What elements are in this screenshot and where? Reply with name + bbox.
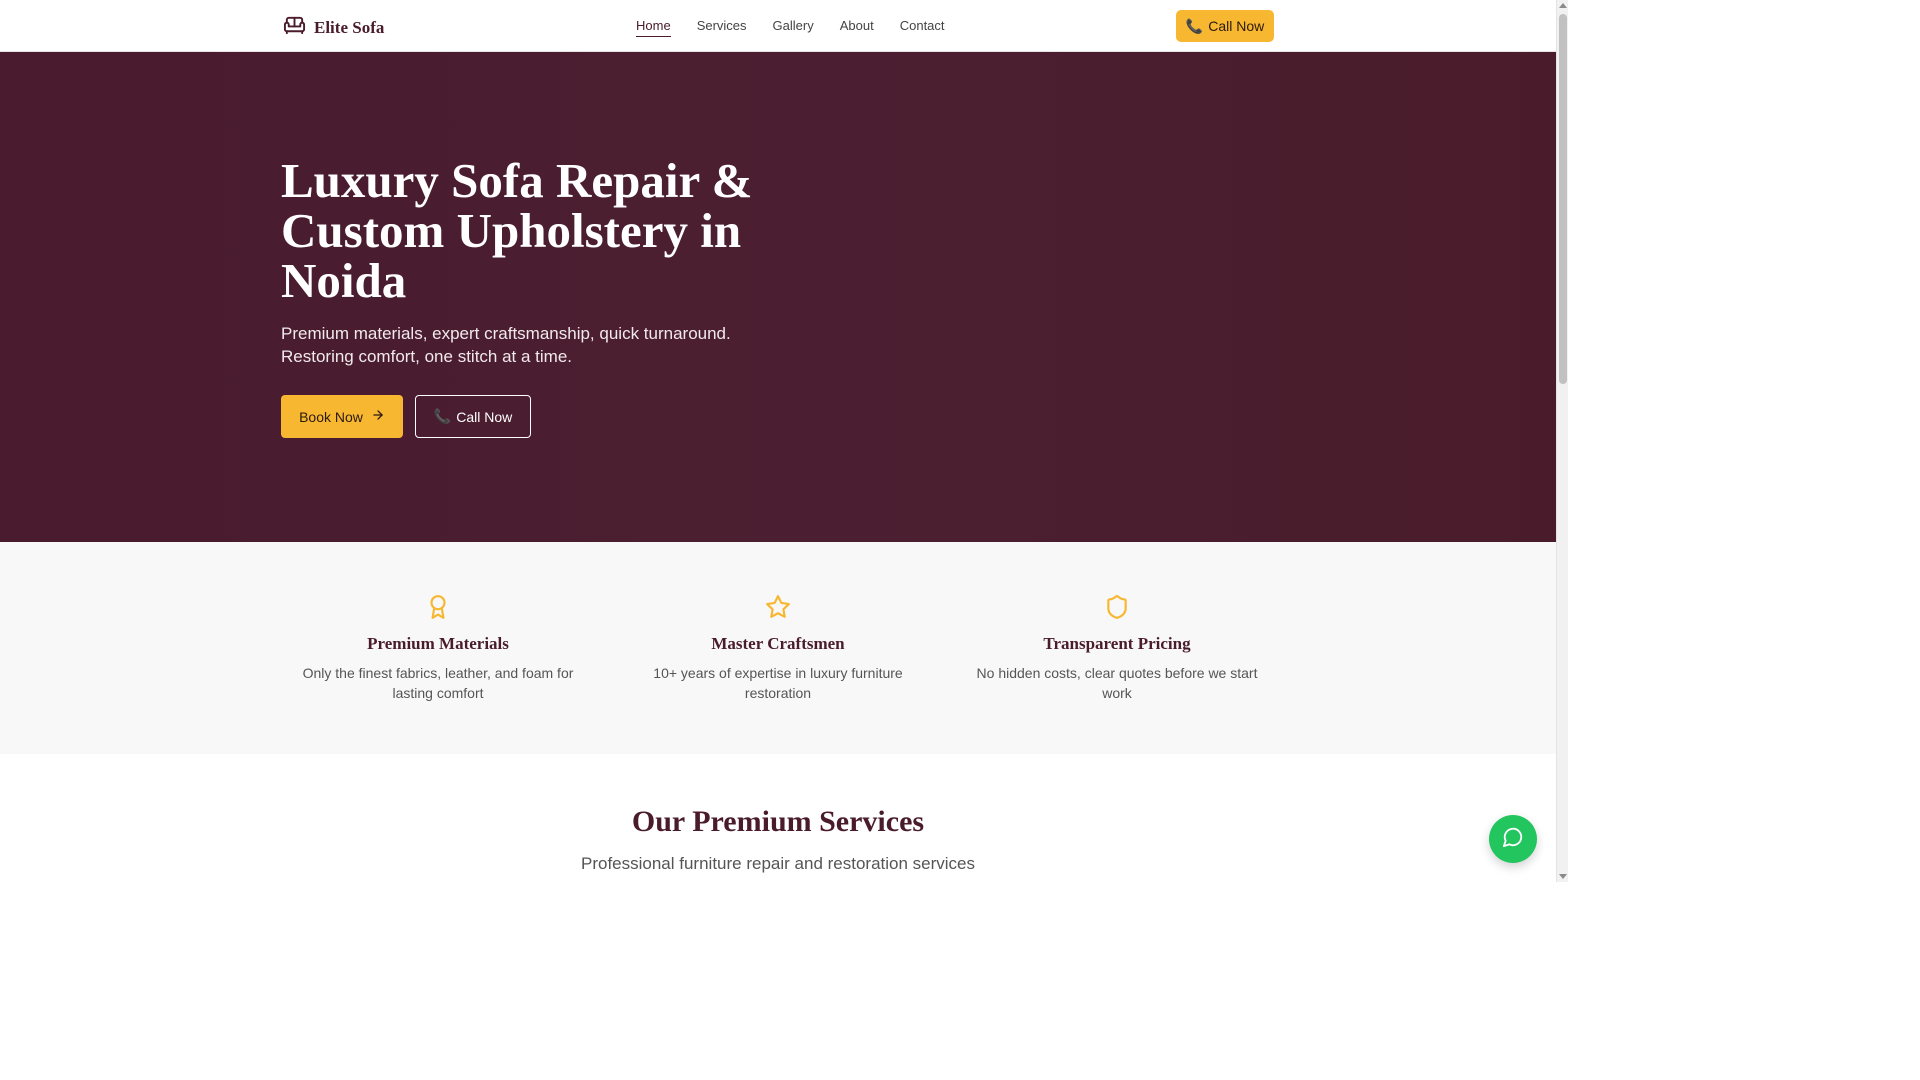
hero-call-label: Call Now: [456, 408, 513, 425]
star-icon: [618, 594, 938, 620]
feature-master-craftsmen: Master Craftsmen 10+ years of expertise …: [618, 594, 938, 703]
hero-call-now-button[interactable]: 📞 Call Now: [415, 395, 531, 438]
sofa-icon: [282, 14, 307, 42]
top-navbar: Elite Sofa Home Services Gallery About C…: [0, 0, 1556, 52]
book-now-button[interactable]: Book Now: [281, 395, 403, 438]
feature-desc: 10+ years of expertise in luxury furnitu…: [653, 665, 903, 701]
hero-subtitle: Premium materials, expert craftsmanship,…: [281, 324, 731, 366]
nav-call-label: Call Now: [1208, 18, 1265, 34]
phone-icon: 📞: [1185, 17, 1204, 34]
nav-link-gallery[interactable]: Gallery: [773, 18, 814, 37]
book-now-label: Book Now: [299, 408, 363, 425]
scroll-down-arrow-icon[interactable]: [1559, 874, 1567, 879]
nav-link-services[interactable]: Services: [697, 18, 747, 37]
nav-link-home[interactable]: Home: [636, 18, 671, 37]
award-icon: [278, 594, 598, 620]
scroll-up-arrow-icon[interactable]: [1559, 3, 1567, 8]
scrollbar-thumb[interactable]: [1559, 14, 1567, 384]
feature-title: Master Craftsmen: [711, 634, 845, 653]
services-title: Our Premium Services: [631, 805, 925, 838]
feature-title: Premium Materials: [367, 634, 509, 653]
arrow-right-icon: [371, 408, 385, 425]
nav-links: Home Services Gallery About Contact: [636, 18, 945, 37]
feature-desc: Only the finest fabrics, leather, and fo…: [302, 665, 574, 701]
feature-transparent-pricing: Transparent Pricing No hidden costs, cle…: [957, 594, 1277, 703]
feature-title: Transparent Pricing: [1043, 634, 1191, 653]
whatsapp-chat-icon: [1502, 826, 1524, 853]
features-section: Premium Materials Only the finest fabric…: [0, 542, 1556, 754]
shield-icon: [957, 594, 1277, 620]
nav-link-contact[interactable]: Contact: [900, 18, 945, 37]
hero-section: Luxury Sofa Repair & Custom Upholstery i…: [0, 52, 1556, 542]
services-subtitle: Professional furniture repair and restor…: [580, 854, 976, 873]
nav-link-about[interactable]: About: [840, 18, 874, 37]
nav-call-now-button[interactable]: 📞 Call Now: [1176, 10, 1274, 42]
whatsapp-chat-button[interactable]: [1489, 815, 1537, 863]
feature-desc: No hidden costs, clear quotes before we …: [976, 665, 1258, 701]
brand-logo[interactable]: Elite Sofa: [282, 14, 384, 42]
brand-name: Elite Sofa: [314, 18, 385, 37]
page-scrollbar[interactable]: [1556, 0, 1568, 882]
hero-title: Luxury Sofa Repair & Custom Upholstery i…: [281, 153, 753, 308]
phone-icon: 📞: [433, 408, 452, 424]
feature-premium-materials: Premium Materials Only the finest fabric…: [278, 594, 598, 703]
